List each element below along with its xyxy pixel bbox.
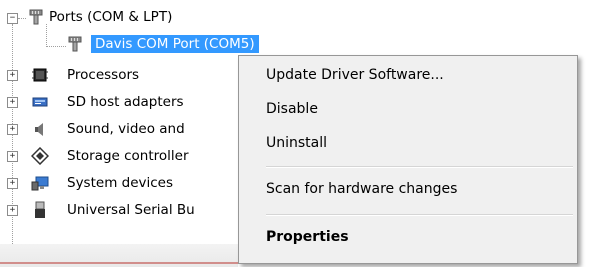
context-menu: Update Driver Software... Disable Uninst…: [238, 55, 578, 264]
tree-connector: [18, 18, 26, 19]
scan-hardware-menu-item[interactable]: Scan for hardware changes: [266, 181, 457, 197]
sd-host-adapters-label[interactable]: SD host adapters: [67, 94, 184, 110]
port-icon: [27, 8, 45, 26]
speaker-icon: [31, 120, 49, 138]
menu-separator: [266, 214, 573, 216]
update-driver-menu-item[interactable]: Update Driver Software...: [266, 67, 444, 83]
system-devices-icon: [31, 174, 49, 192]
expand-system-devices-toggle[interactable]: +: [7, 178, 18, 189]
uninstall-menu-item[interactable]: Uninstall: [266, 135, 327, 151]
processors-label[interactable]: Processors: [67, 67, 139, 83]
expand-sound-toggle[interactable]: +: [7, 124, 18, 135]
system-devices-label[interactable]: System devices: [67, 175, 173, 191]
port-icon: [66, 35, 84, 53]
expand-storage-toggle[interactable]: +: [7, 151, 18, 162]
davis-com-port-item[interactable]: Davis COM Port (COM5): [91, 35, 259, 53]
usb-controllers-label[interactable]: Universal Serial Bu: [67, 202, 195, 218]
expand-sd-host-toggle[interactable]: +: [7, 97, 18, 108]
ports-category-label[interactable]: Ports (COM & LPT): [49, 9, 172, 25]
menu-separator: [266, 166, 573, 168]
collapse-ports-toggle[interactable]: −: [7, 13, 18, 24]
divider: [0, 262, 238, 264]
tree-connector: [46, 46, 66, 47]
expand-usb-toggle[interactable]: +: [7, 205, 18, 216]
storage-controllers-label[interactable]: Storage controller: [67, 148, 189, 164]
expand-processors-toggle[interactable]: +: [7, 70, 18, 81]
sound-video-label[interactable]: Sound, video and: [67, 121, 185, 137]
processor-icon: [31, 66, 49, 84]
tree-connector: [46, 24, 47, 47]
sd-adapter-icon: [31, 93, 49, 111]
properties-menu-item[interactable]: Properties: [266, 229, 349, 245]
usb-icon: [31, 201, 49, 219]
storage-controller-icon: [30, 146, 50, 166]
disable-menu-item[interactable]: Disable: [266, 101, 318, 117]
